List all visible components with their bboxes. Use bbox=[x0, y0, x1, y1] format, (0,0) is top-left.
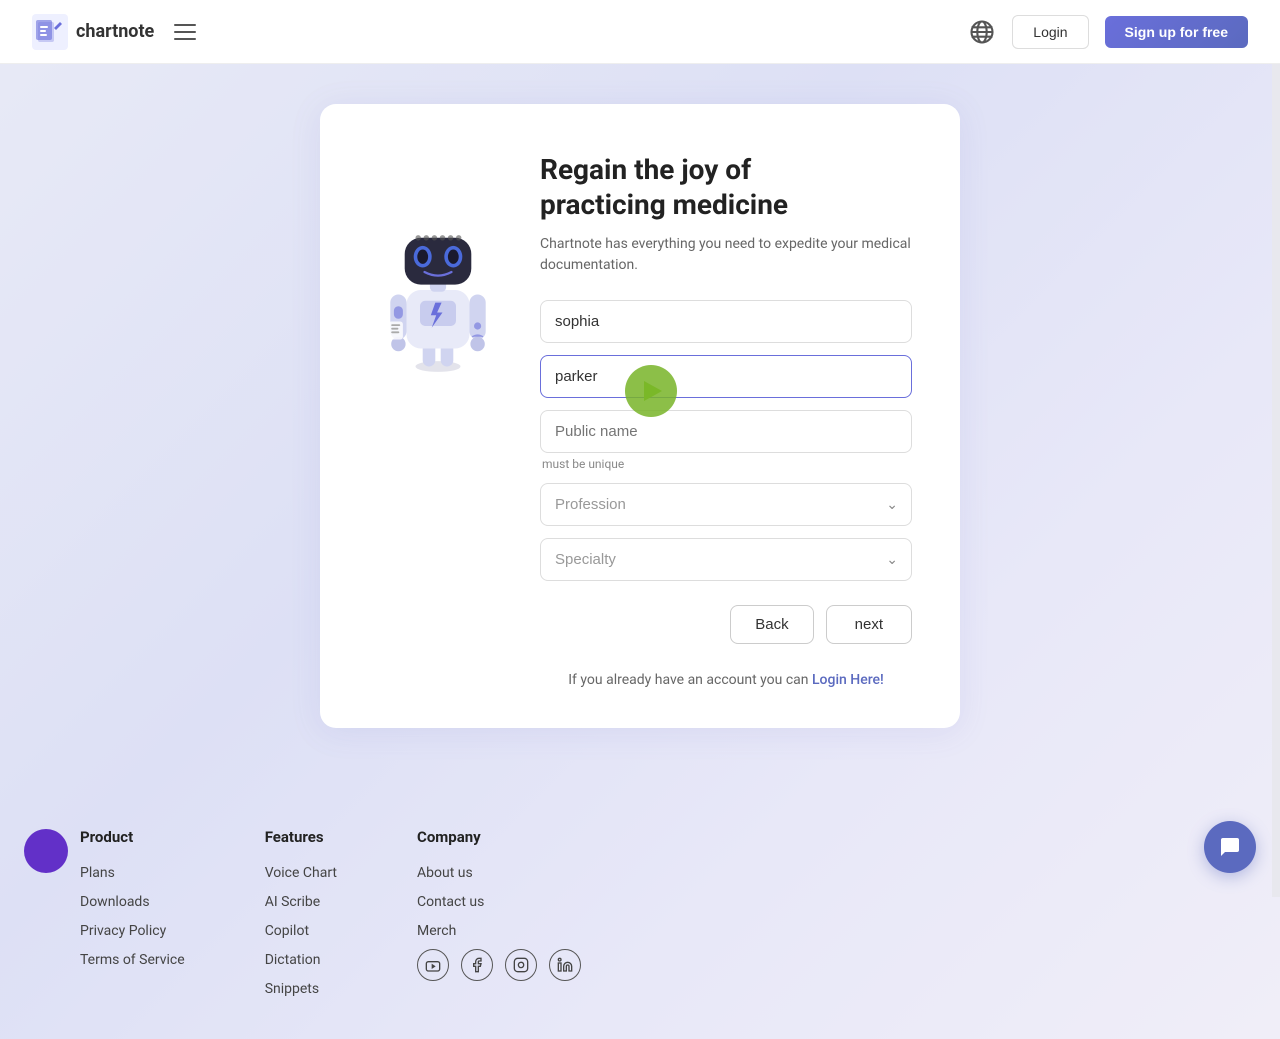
robot-illustration bbox=[368, 152, 508, 380]
next-button[interactable]: next bbox=[826, 605, 912, 644]
chat-bubble-button[interactable] bbox=[1204, 821, 1256, 873]
login-button[interactable]: Login bbox=[1012, 15, 1088, 49]
chat-icon bbox=[1218, 835, 1242, 859]
footer: Product Plans Downloads Privacy Policy T… bbox=[0, 788, 1280, 1039]
contact-link[interactable]: Contact us bbox=[417, 894, 484, 910]
notification-circle[interactable] bbox=[24, 829, 68, 873]
page-title: Regain the joy of practicing medicine bbox=[540, 152, 912, 222]
signup-form: Regain the joy of practicing medicine Ch… bbox=[540, 152, 912, 688]
footer-features-col: Features Voice Chart AI Scribe Copilot D… bbox=[265, 828, 337, 1007]
login-link-row: If you already have an account you can L… bbox=[540, 672, 912, 688]
cursor-arrow bbox=[644, 381, 662, 401]
last-name-group bbox=[540, 355, 912, 398]
specialty-wrapper: Specialty ⌄ bbox=[540, 538, 912, 581]
dictation-link[interactable]: Dictation bbox=[265, 952, 321, 968]
footer-columns: Product Plans Downloads Privacy Policy T… bbox=[80, 828, 1200, 1007]
privacy-link[interactable]: Privacy Policy bbox=[80, 923, 166, 939]
hamburger-menu[interactable] bbox=[170, 20, 200, 44]
social-links bbox=[417, 949, 581, 981]
terms-link[interactable]: Terms of Service bbox=[80, 952, 185, 968]
list-item: Copilot bbox=[265, 920, 337, 939]
signup-card: Regain the joy of practicing medicine Ch… bbox=[320, 104, 960, 728]
footer-company-heading: Company bbox=[417, 828, 581, 846]
logo-icon bbox=[32, 14, 68, 50]
footer-features-heading: Features bbox=[265, 828, 337, 846]
login-here-link[interactable]: Login Here! bbox=[812, 672, 884, 688]
profession-wrapper: Profession ⌄ bbox=[540, 483, 912, 526]
first-name-group bbox=[540, 300, 912, 343]
first-name-input[interactable] bbox=[540, 300, 912, 343]
voice-chart-link[interactable]: Voice Chart bbox=[265, 865, 337, 881]
globe-icon[interactable] bbox=[968, 18, 996, 46]
signup-button[interactable]: Sign up for free bbox=[1105, 16, 1248, 48]
form-buttons: Back next bbox=[540, 605, 912, 644]
logo[interactable]: chartnote bbox=[32, 14, 154, 50]
list-item: Snippets bbox=[265, 978, 337, 997]
robot-svg bbox=[373, 200, 503, 380]
header-right: Login Sign up for free bbox=[968, 15, 1248, 49]
cursor-overlay bbox=[625, 365, 677, 417]
footer-company-list: About us Contact us Merch bbox=[417, 862, 581, 939]
youtube-icon[interactable] bbox=[417, 949, 449, 981]
instagram-icon[interactable] bbox=[505, 949, 537, 981]
back-button[interactable]: Back bbox=[730, 605, 813, 644]
list-item: AI Scribe bbox=[265, 891, 337, 910]
specialty-select[interactable]: Specialty bbox=[540, 538, 912, 581]
footer-product-heading: Product bbox=[80, 828, 185, 846]
form-subtitle: Chartnote has everything you need to exp… bbox=[540, 234, 912, 276]
list-item: Privacy Policy bbox=[80, 920, 185, 939]
list-item: Contact us bbox=[417, 891, 581, 910]
main-content: Regain the joy of practicing medicine Ch… bbox=[0, 64, 1280, 788]
footer-product-list: Plans Downloads Privacy Policy Terms of … bbox=[80, 862, 185, 968]
profession-select[interactable]: Profession bbox=[540, 483, 912, 526]
ai-scribe-link[interactable]: AI Scribe bbox=[265, 894, 321, 910]
footer-product-col: Product Plans Downloads Privacy Policy T… bbox=[80, 828, 185, 1007]
login-prompt-text: If you already have an account you can bbox=[568, 672, 812, 688]
list-item: Plans bbox=[80, 862, 185, 881]
plans-link[interactable]: Plans bbox=[80, 865, 115, 881]
header: chartnote Login Sign up for free bbox=[0, 0, 1280, 64]
downloads-link[interactable]: Downloads bbox=[80, 894, 150, 910]
about-link[interactable]: About us bbox=[417, 865, 473, 881]
scrollbar-track[interactable] bbox=[1272, 0, 1280, 897]
public-name-group: must be unique bbox=[540, 410, 912, 471]
logo-text: chartnote bbox=[76, 21, 154, 42]
list-item: About us bbox=[417, 862, 581, 881]
snippets-link[interactable]: Snippets bbox=[265, 981, 319, 997]
footer-company-col: Company About us Contact us Merch bbox=[417, 828, 581, 1007]
public-name-input[interactable] bbox=[540, 410, 912, 453]
list-item: Voice Chart bbox=[265, 862, 337, 881]
list-item: Dictation bbox=[265, 949, 337, 968]
public-name-hint: must be unique bbox=[542, 457, 912, 471]
linkedin-icon[interactable] bbox=[549, 949, 581, 981]
list-item: Merch bbox=[417, 920, 581, 939]
facebook-icon[interactable] bbox=[461, 949, 493, 981]
list-item: Downloads bbox=[80, 891, 185, 910]
header-left: chartnote bbox=[32, 14, 200, 50]
copilot-link[interactable]: Copilot bbox=[265, 923, 309, 939]
list-item: Terms of Service bbox=[80, 949, 185, 968]
last-name-input[interactable] bbox=[540, 355, 912, 398]
footer-features-list: Voice Chart AI Scribe Copilot Dictation … bbox=[265, 862, 337, 997]
merch-link[interactable]: Merch bbox=[417, 923, 456, 939]
